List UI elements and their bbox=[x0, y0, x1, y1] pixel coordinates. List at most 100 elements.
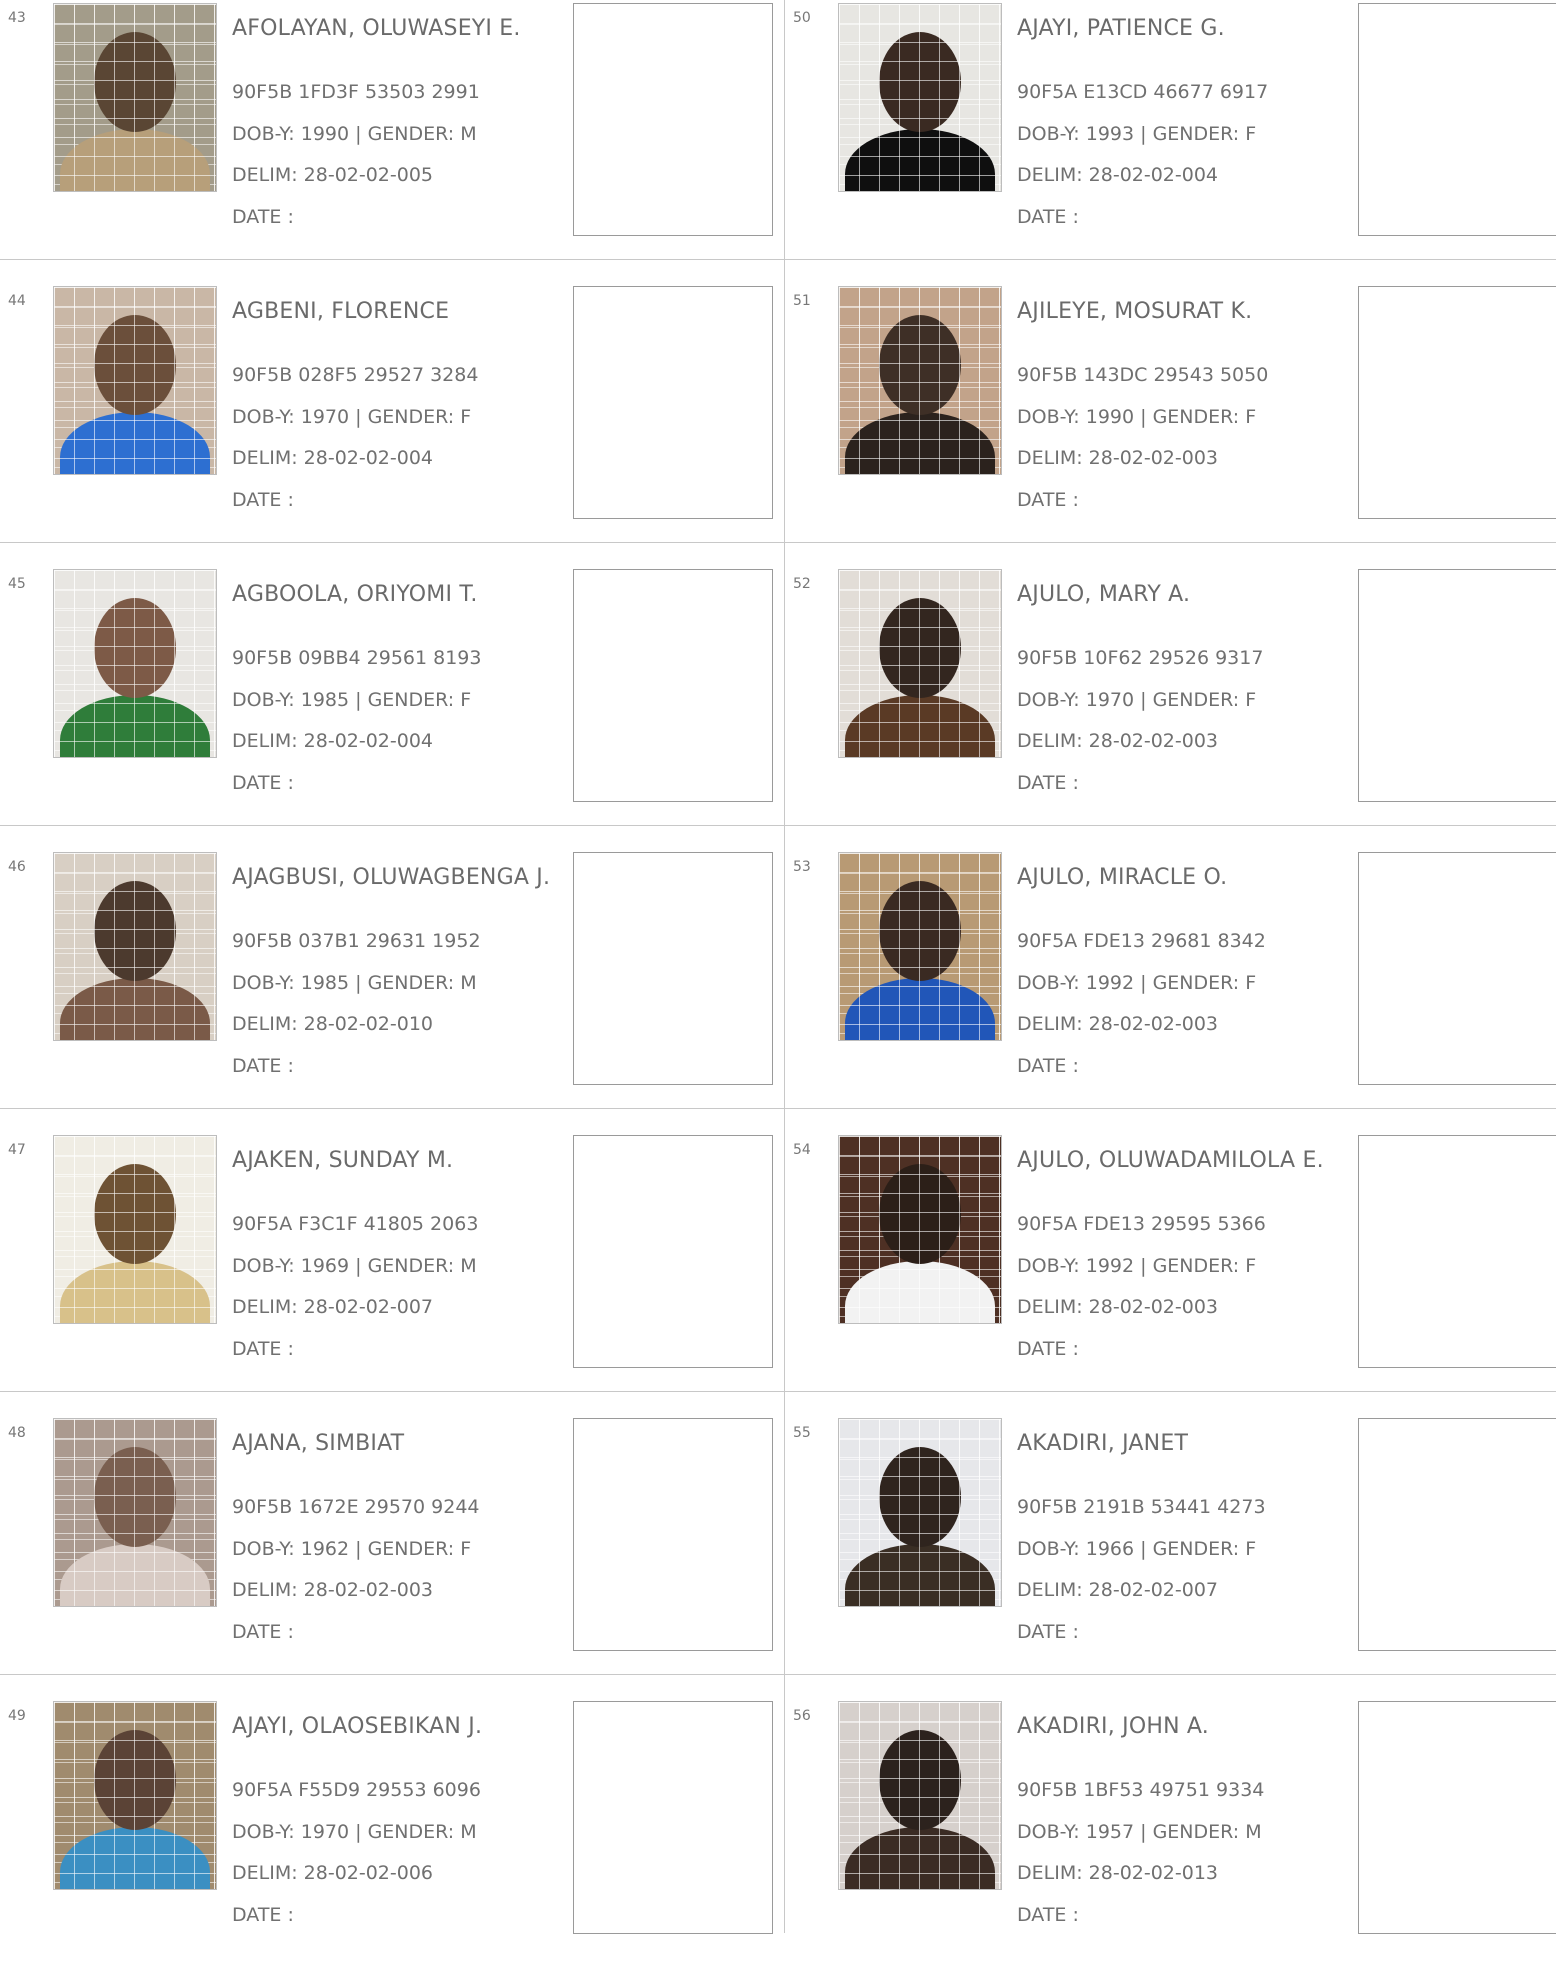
photo-watermark-grid bbox=[54, 1419, 216, 1606]
voter-name: AKADIRI, JANET bbox=[1017, 1431, 1189, 1456]
voter-record: 52 AJULO, MARY A. 90F5B 10F62 29526 9317 DO… bbox=[785, 566, 1556, 849]
record-number: 43 bbox=[8, 10, 26, 26]
photo-watermark-grid bbox=[54, 1702, 216, 1889]
voter-date: DATE : bbox=[1017, 772, 1079, 794]
voter-record: 44 AGBENI, FLORENCE 90F5B 028F5 29527 3284… bbox=[0, 283, 784, 566]
voter-name: AGBENI, FLORENCE bbox=[232, 299, 450, 324]
record-number: 50 bbox=[793, 10, 811, 26]
voter-record: 45 AGBOOLA, ORIYOMI T. 90F5B 09BB4 29561 8… bbox=[0, 566, 784, 849]
voter-name: AJAYI, OLAOSEBIKAN J. bbox=[232, 1714, 483, 1739]
voter-date: DATE : bbox=[232, 772, 294, 794]
voter-vin: 90F5A F3C1F 41805 2063 bbox=[232, 1213, 479, 1235]
thumbprint-box bbox=[573, 1135, 773, 1368]
photo-watermark-grid bbox=[839, 1136, 1001, 1323]
voter-dob-gender: DOB-Y: 1985 | GENDER: F bbox=[232, 689, 472, 711]
voter-record: 55 AKADIRI, JANET 90F5B 2191B 53441 4273 DO… bbox=[785, 1415, 1556, 1698]
voter-dob-gender: DOB-Y: 1992 | GENDER: F bbox=[1017, 972, 1257, 994]
thumbprint-box bbox=[573, 286, 773, 519]
voter-delim: DELIM: 28-02-02-004 bbox=[232, 447, 434, 469]
voter-date: DATE : bbox=[1017, 489, 1079, 511]
record-number: 53 bbox=[793, 859, 811, 875]
voter-dob-gender: DOB-Y: 1962 | GENDER: F bbox=[232, 1538, 472, 1560]
record-number: 45 bbox=[8, 576, 26, 592]
record-number: 54 bbox=[793, 1142, 811, 1158]
voter-photo bbox=[53, 852, 217, 1041]
thumbprint-box bbox=[573, 1701, 773, 1934]
voter-vin: 90F5B 037B1 29631 1952 bbox=[232, 930, 481, 952]
voter-vin: 90F5A FDE13 29681 8342 bbox=[1017, 930, 1266, 952]
record-number: 47 bbox=[8, 1142, 26, 1158]
voter-photo bbox=[838, 1701, 1002, 1890]
row-divider bbox=[0, 1108, 1556, 1109]
row-divider bbox=[0, 1674, 1556, 1675]
thumbprint-box bbox=[573, 852, 773, 1085]
voter-photo bbox=[53, 1418, 217, 1607]
voter-photo bbox=[53, 1701, 217, 1890]
voter-delim: DELIM: 28-02-02-010 bbox=[232, 1013, 434, 1035]
voter-dob-gender: DOB-Y: 1970 | GENDER: M bbox=[232, 1821, 477, 1843]
voter-vin: 90F5B 028F5 29527 3284 bbox=[232, 364, 479, 386]
voter-vin: 90F5A F55D9 29553 6096 bbox=[232, 1779, 481, 1801]
voter-photo bbox=[838, 1135, 1002, 1324]
voter-record: 51 AJILEYE, MOSURAT K. 90F5B 143DC 29543 5… bbox=[785, 283, 1556, 566]
voter-delim: DELIM: 28-02-02-007 bbox=[232, 1296, 434, 1318]
voter-record: 49 AJAYI, OLAOSEBIKAN J. 90F5A F55D9 29553… bbox=[0, 1698, 784, 1981]
voter-vin: 90F5B 1672E 29570 9244 bbox=[232, 1496, 480, 1518]
voter-record: 46 AJAGBUSI, OLUWAGBENGA J. 90F5B 037B1 29… bbox=[0, 849, 784, 1132]
photo-watermark-grid bbox=[54, 570, 216, 757]
record-number: 55 bbox=[793, 1425, 811, 1441]
voter-dob-gender: DOB-Y: 1969 | GENDER: M bbox=[232, 1255, 477, 1277]
record-number: 49 bbox=[8, 1708, 26, 1724]
voter-photo bbox=[53, 1135, 217, 1324]
voter-delim: DELIM: 28-02-02-003 bbox=[1017, 730, 1219, 752]
voter-photo bbox=[838, 3, 1002, 192]
thumbprint-box bbox=[573, 569, 773, 802]
record-number: 44 bbox=[8, 293, 26, 309]
voter-date: DATE : bbox=[232, 1621, 294, 1643]
thumbprint-box bbox=[1358, 1701, 1556, 1934]
voter-name: AJULO, MARY A. bbox=[1017, 582, 1191, 607]
voter-record: 48 AJANA, SIMBIAT 90F5B 1672E 29570 9244 DO… bbox=[0, 1415, 784, 1698]
voter-name: AJILEYE, MOSURAT K. bbox=[1017, 299, 1253, 324]
voter-delim: DELIM: 28-02-02-003 bbox=[1017, 1296, 1219, 1318]
voter-date: DATE : bbox=[232, 1338, 294, 1360]
voter-vin: 90F5B 09BB4 29561 8193 bbox=[232, 647, 482, 669]
voter-dob-gender: DOB-Y: 1985 | GENDER: M bbox=[232, 972, 477, 994]
voter-name: AGBOOLA, ORIYOMI T. bbox=[232, 582, 478, 607]
voter-date: DATE : bbox=[232, 489, 294, 511]
thumbprint-box bbox=[573, 1418, 773, 1651]
voter-photo bbox=[53, 569, 217, 758]
record-number: 48 bbox=[8, 1425, 26, 1441]
voter-record: 50 AJAYI, PATIENCE G. 90F5A E13CD 46677 69… bbox=[785, 0, 1556, 283]
photo-watermark-grid bbox=[839, 853, 1001, 1040]
voter-record: 54 AJULO, OLUWADAMILOLA E. 90F5A FDE13 295… bbox=[785, 1132, 1556, 1415]
voter-photo bbox=[838, 286, 1002, 475]
voter-name: AJAGBUSI, OLUWAGBENGA J. bbox=[232, 865, 551, 890]
row-divider bbox=[0, 542, 1556, 543]
voter-vin: 90F5B 1BF53 49751 9334 bbox=[1017, 1779, 1265, 1801]
photo-watermark-grid bbox=[54, 853, 216, 1040]
voter-delim: DELIM: 28-02-02-006 bbox=[232, 1862, 434, 1884]
row-divider bbox=[0, 259, 1556, 260]
voter-record: 47 AJAKEN, SUNDAY M. 90F5A F3C1F 41805 206… bbox=[0, 1132, 784, 1415]
voter-delim: DELIM: 28-02-02-005 bbox=[232, 164, 434, 186]
record-number: 52 bbox=[793, 576, 811, 592]
voter-date: DATE : bbox=[1017, 206, 1079, 228]
photo-watermark-grid bbox=[839, 570, 1001, 757]
voter-name: AJAYI, PATIENCE G. bbox=[1017, 16, 1225, 41]
voter-vin: 90F5B 10F62 29526 9317 bbox=[1017, 647, 1264, 669]
record-number: 56 bbox=[793, 1708, 811, 1724]
voter-delim: DELIM: 28-02-02-007 bbox=[1017, 1579, 1219, 1601]
record-number: 46 bbox=[8, 859, 26, 875]
voter-name: AJAKEN, SUNDAY M. bbox=[232, 1148, 454, 1173]
voter-photo bbox=[53, 286, 217, 475]
voter-delim: DELIM: 28-02-02-003 bbox=[1017, 447, 1219, 469]
voter-date: DATE : bbox=[1017, 1904, 1079, 1926]
voter-delim: DELIM: 28-02-02-004 bbox=[232, 730, 434, 752]
voter-date: DATE : bbox=[232, 206, 294, 228]
voter-dob-gender: DOB-Y: 1992 | GENDER: F bbox=[1017, 1255, 1257, 1277]
voter-delim: DELIM: 28-02-02-013 bbox=[1017, 1862, 1219, 1884]
thumbprint-box bbox=[1358, 3, 1556, 236]
photo-watermark-grid bbox=[839, 1702, 1001, 1889]
voter-dob-gender: DOB-Y: 1970 | GENDER: F bbox=[1017, 689, 1257, 711]
